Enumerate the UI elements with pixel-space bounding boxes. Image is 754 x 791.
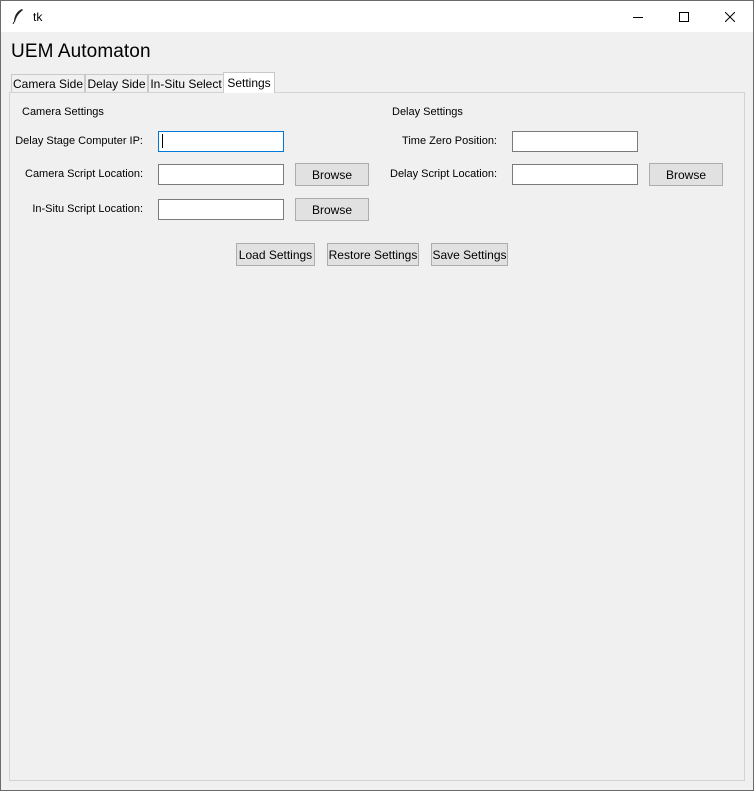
camera-script-input[interactable] bbox=[158, 164, 284, 185]
delay-settings-heading: Delay Settings bbox=[392, 106, 463, 118]
window-title: tk bbox=[33, 10, 43, 24]
title-bar[interactable]: tk bbox=[1, 1, 753, 33]
insitu-script-input[interactable] bbox=[158, 199, 284, 220]
close-icon bbox=[725, 11, 735, 22]
maximize-icon bbox=[679, 11, 689, 22]
save-settings-button[interactable]: Save Settings bbox=[431, 243, 508, 266]
restore-settings-button[interactable]: Restore Settings bbox=[327, 243, 419, 266]
insitu-script-label: In-Situ Script Location: bbox=[32, 203, 143, 215]
delay-ip-input[interactable] bbox=[158, 131, 284, 152]
insitu-script-browse-button[interactable]: Browse bbox=[295, 198, 369, 221]
load-settings-button[interactable]: Load Settings bbox=[236, 243, 315, 266]
close-button[interactable] bbox=[707, 1, 753, 32]
minimize-button[interactable] bbox=[615, 1, 661, 32]
camera-script-label: Camera Script Location: bbox=[25, 168, 143, 180]
tab-delay-side[interactable]: Delay Side bbox=[85, 74, 148, 92]
feather-icon bbox=[11, 8, 25, 25]
tab-in-situ-select[interactable]: In-Situ Select bbox=[148, 74, 224, 92]
camera-settings-heading: Camera Settings bbox=[22, 106, 104, 118]
delay-script-input[interactable] bbox=[512, 164, 638, 185]
delay-ip-label: Delay Stage Computer IP: bbox=[15, 135, 143, 147]
settings-panel bbox=[9, 92, 745, 781]
camera-script-browse-button[interactable]: Browse bbox=[295, 163, 369, 186]
time-zero-label: Time Zero Position: bbox=[402, 135, 497, 147]
tab-settings[interactable]: Settings bbox=[223, 72, 275, 93]
time-zero-input[interactable] bbox=[512, 131, 638, 152]
maximize-button[interactable] bbox=[661, 1, 707, 32]
app-window: tk UEM Automaton Camera Side Delay Side … bbox=[0, 0, 754, 791]
minimize-icon bbox=[633, 12, 643, 22]
app-title: UEM Automaton bbox=[11, 41, 151, 62]
delay-script-label: Delay Script Location: bbox=[390, 168, 497, 180]
text-caret bbox=[162, 134, 163, 148]
tab-camera-side[interactable]: Camera Side bbox=[11, 74, 85, 92]
delay-script-browse-button[interactable]: Browse bbox=[649, 163, 723, 186]
